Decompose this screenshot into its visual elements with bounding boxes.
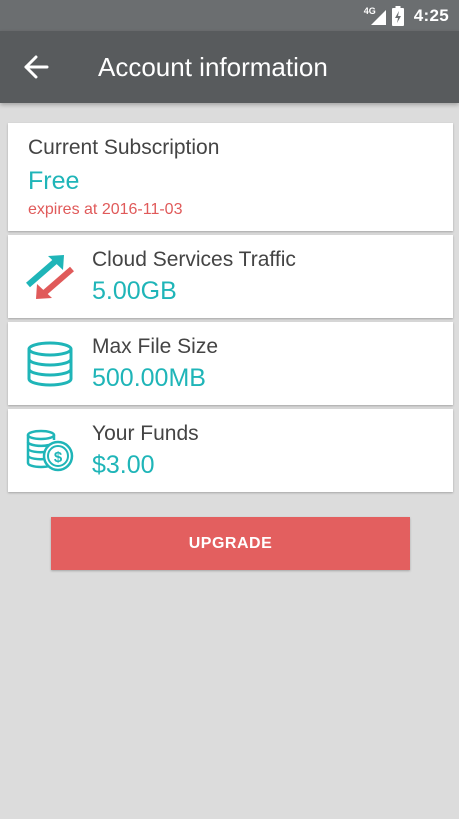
back-button[interactable] — [0, 31, 72, 103]
arrow-left-icon — [24, 55, 49, 79]
traffic-label: Cloud Services Traffic — [92, 247, 296, 271]
battery-icon — [391, 5, 404, 26]
database-icon — [27, 341, 73, 386]
app-bar: Account information — [0, 31, 459, 103]
subscription-plan: Free — [28, 167, 80, 195]
page-title: Account information — [98, 51, 328, 82]
funds-label: Your Funds — [92, 421, 199, 445]
signal-indicator: 4G — [364, 6, 386, 26]
traffic-value: 5.00GB — [92, 276, 177, 305]
transfer-arrows-icon — [26, 254, 74, 299]
status-bar: 4G 4:25 — [0, 0, 459, 31]
subscription-label: Current Subscription — [28, 136, 220, 159]
coins-icon: $ — [26, 429, 74, 471]
funds-card: $ Your Funds $3.00 — [8, 409, 453, 492]
file-size-value: 500.00MB — [92, 363, 206, 392]
signal-icon — [370, 9, 386, 25]
traffic-card: Cloud Services Traffic 5.00GB — [8, 235, 453, 318]
subscription-card: Current Subscription Free expires at 201… — [8, 123, 453, 231]
file-size-card: Max File Size 500.00MB — [8, 322, 453, 405]
subscription-expiry: expires at 2016-11-03 — [28, 201, 183, 218]
funds-value: $3.00 — [92, 450, 155, 479]
account-info-list: Current Subscription Free expires at 201… — [8, 123, 453, 496]
file-size-label: Max File Size — [92, 334, 219, 358]
clock: 4:25 — [413, 5, 449, 25]
upgrade-button[interactable]: UPGRADE — [51, 517, 410, 570]
svg-text:$: $ — [54, 449, 63, 466]
